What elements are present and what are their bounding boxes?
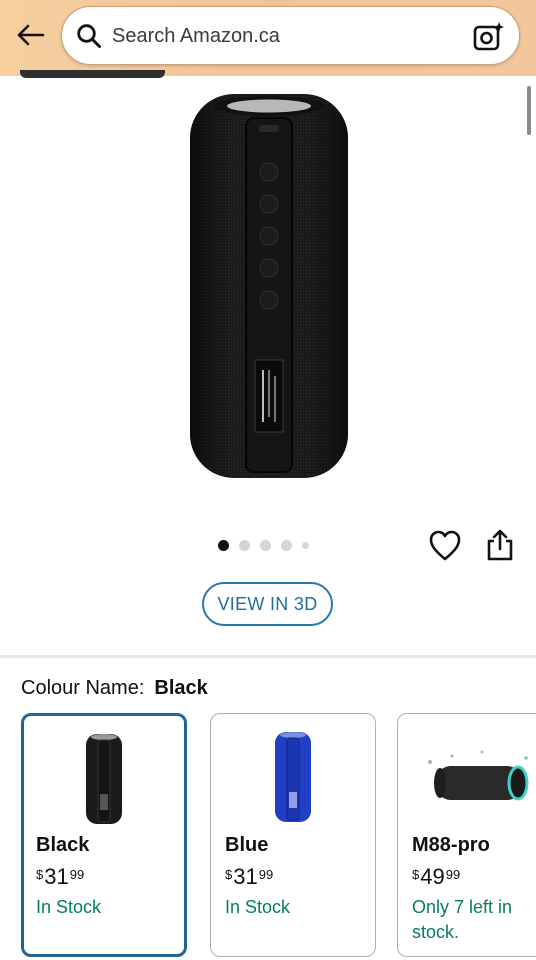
price-cents: 99 (445, 867, 461, 882)
price-currency: $ (36, 867, 44, 882)
variant-thumbnail (24, 730, 184, 826)
section-divider (0, 655, 536, 658)
variant-stock-status: In Stock (225, 897, 291, 917)
back-button[interactable] (12, 17, 48, 53)
colour-label: Colour Name: (21, 677, 145, 699)
price-dollars: 31 (233, 864, 258, 889)
image-carousel-dots (218, 538, 309, 552)
scrollbar[interactable] (527, 86, 531, 135)
camera-search-icon[interactable] (472, 20, 506, 54)
search-icon (77, 24, 101, 48)
top-header (0, 0, 536, 76)
variant-name: Black (36, 834, 90, 856)
variant-price: $49 99 (412, 864, 460, 890)
header-stub (20, 70, 165, 78)
price-cents: 99 (258, 867, 274, 882)
arrow-left-icon (17, 24, 45, 46)
price-dollars: 31 (44, 864, 69, 889)
variant-thumbnail (211, 728, 375, 824)
variant-thumbnail (398, 728, 536, 824)
price-cents: 99 (69, 867, 85, 882)
variant-price: $31 99 (36, 864, 84, 890)
price-dollars: 49 (420, 864, 445, 889)
carousel-dot-2[interactable] (239, 539, 250, 551)
speaker-image[interactable] (188, 92, 350, 480)
colour-selector-heading: Colour Name: Black (21, 677, 208, 700)
carousel-dot-1[interactable] (218, 539, 229, 551)
price-currency: $ (412, 867, 420, 882)
carousel-dot-5[interactable] (302, 541, 309, 549)
variant-card-blue[interactable]: Blue $31 99 In Stock (210, 713, 376, 957)
variant-name: Blue (225, 834, 269, 856)
variant-card-black[interactable]: Black $31 99 In Stock (21, 713, 187, 957)
variant-price: $31 99 (225, 864, 273, 890)
carousel-dot-3[interactable] (260, 539, 271, 551)
share-icon[interactable] (484, 528, 516, 562)
search-input[interactable] (112, 19, 462, 53)
heart-icon[interactable] (428, 529, 462, 563)
colour-value: Black (154, 677, 208, 699)
variant-name: M88-pro (412, 834, 490, 856)
price-currency: $ (225, 867, 233, 882)
variant-stock-status: Only 7 left in stock. (412, 897, 513, 942)
variant-card-m88-pro[interactable]: M88-pro $49 99 Only 7 left in stock. (397, 713, 536, 957)
search-box[interactable] (61, 6, 520, 65)
carousel-dot-4[interactable] (281, 539, 292, 551)
variant-stock-status: In Stock (36, 897, 102, 917)
view-in-3d-button[interactable]: VIEW IN 3D (202, 582, 333, 626)
